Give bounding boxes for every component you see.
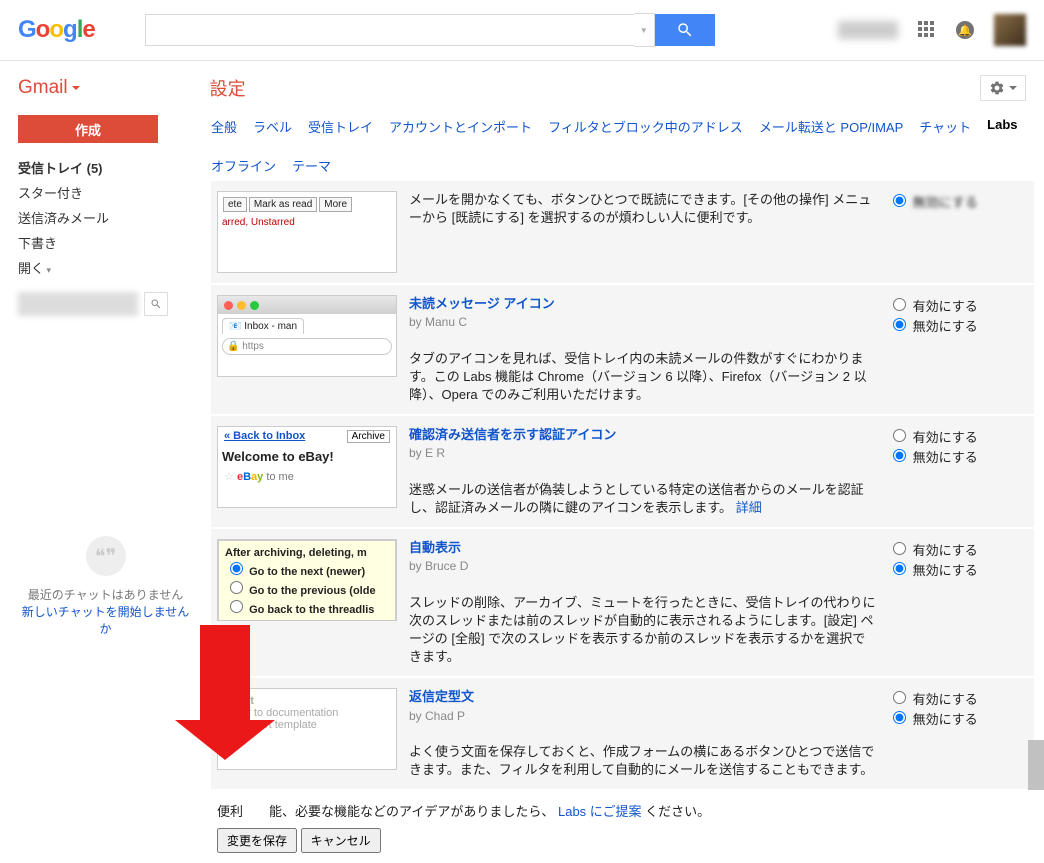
tab-受信トレイ[interactable]: 受信トレイ bbox=[308, 115, 373, 138]
tab-全般[interactable]: 全般 bbox=[211, 115, 237, 138]
lab-row: eteMark as readMorearred, Unstarred メールを… bbox=[211, 181, 1034, 285]
lab-title: 自動表示 bbox=[409, 540, 461, 555]
lab-row: « Back to InboxArchiveWelcome to eBay!☆ … bbox=[211, 416, 1034, 529]
lab-enable-option[interactable]: 有効にする bbox=[888, 295, 1028, 315]
search-input[interactable] bbox=[145, 14, 634, 46]
sidebar-user-row bbox=[18, 292, 193, 316]
lab-thumbnail: eteMark as readMorearred, Unstarred bbox=[217, 191, 397, 273]
lab-description: 未読メッセージ アイコン by Manu C タブのアイコンを見れば、受信トレイ… bbox=[409, 295, 876, 404]
avatar[interactable] bbox=[994, 14, 1026, 46]
sidebar-item[interactable]: 送信済みメール bbox=[18, 205, 193, 230]
lab-enable-option[interactable]: 有効にする bbox=[888, 426, 1028, 446]
tab-ラベル[interactable]: ラベル bbox=[253, 115, 292, 138]
lab-thumbnail: « Back to InboxArchiveWelcome to eBay!☆ … bbox=[217, 426, 397, 508]
lab-thumbnail: After archiving, deleting, m Go to the n… bbox=[217, 539, 397, 621]
lab-disable-option[interactable]: 無効にする bbox=[888, 708, 1028, 728]
lab-text: よく使う文面を保存しておくと、作成フォームの横にあるボタンひとつで送信できます。… bbox=[409, 744, 874, 777]
lab-disable-option[interactable]: 無効にする bbox=[888, 315, 1028, 335]
tab-テーマ[interactable]: テーマ bbox=[292, 154, 331, 177]
tab-チャット[interactable]: チャット bbox=[919, 115, 971, 138]
settings-tabs: 全般ラベル受信トレイアカウントとインポートフィルタとブロック中のアドレスメール転… bbox=[211, 115, 1034, 177]
scrollbar-thumb[interactable] bbox=[1028, 740, 1044, 790]
lab-description: メールを開かなくても、ボタンひとつで既読にできます。[その他の操作] メニューか… bbox=[409, 191, 876, 227]
tab-フィルタとブロック中のアドレス[interactable]: フィルタとブロック中のアドレス bbox=[548, 115, 743, 138]
header-right: 🔔 bbox=[838, 14, 1026, 46]
lab-text: タブのアイコンを見れば、受信トレイ内の未読メールの件数がすぐにわかります。この … bbox=[409, 351, 867, 402]
hangouts-icon: ❝❞ bbox=[86, 536, 126, 576]
footer-text-after: ください。 bbox=[645, 804, 710, 819]
page-title: 設定 bbox=[210, 75, 246, 101]
lab-text: メールを開かなくても、ボタンひとつで既読にできます。[その他の操作] メニューか… bbox=[409, 192, 871, 225]
lab-title: 未読メッセージ アイコン bbox=[409, 296, 555, 311]
lab-description: 確認済み送信者を示す認証アイコン by E R 迷惑メールの送信者が偽装しようと… bbox=[409, 426, 876, 517]
tab-メール転送と POP/IMAP[interactable]: メール転送と POP/IMAP bbox=[759, 115, 903, 138]
search-button[interactable] bbox=[655, 14, 715, 46]
settings-gear-button[interactable] bbox=[980, 75, 1026, 101]
cancel-button[interactable]: キャンセル bbox=[301, 828, 381, 853]
sidebar-search-button[interactable] bbox=[144, 292, 168, 316]
lab-thumbnail: InsertRefer to documentationS ort templa… bbox=[217, 688, 397, 770]
lab-text: スレッドの削除、アーカイブ、ミュートを行ったときに、受信トレイの代わりに次のスレ… bbox=[409, 595, 875, 665]
tab-オフライン[interactable]: オフライン bbox=[211, 154, 276, 177]
hangouts-start-link[interactable]: 新しいチャットを開始しませんか bbox=[22, 605, 190, 636]
google-logo[interactable]: Google bbox=[18, 16, 95, 44]
lab-author: by E R bbox=[409, 446, 445, 460]
lab-author: by Chad P bbox=[409, 709, 465, 723]
search-dropdown[interactable]: ▼ bbox=[634, 13, 655, 47]
lab-description: 自動表示 by Bruce D スレッドの削除、アーカイブ、ミュートを行ったとき… bbox=[409, 539, 876, 666]
lab-author: by Manu C bbox=[409, 315, 467, 329]
apps-icon[interactable] bbox=[918, 21, 936, 39]
footer-text: 便利 能、必要な機能などのアイデアがありましたら、 bbox=[217, 804, 554, 819]
lab-disable-option[interactable]: 無効にする bbox=[888, 191, 1028, 211]
lab-text: 迷惑メールの送信者が偽装しようとしている特定の送信者からのメールを認証し、認証済… bbox=[409, 482, 864, 515]
sidebar-item[interactable]: 下書き bbox=[18, 230, 193, 255]
search-icon bbox=[150, 298, 162, 310]
gmail-product-label[interactable]: Gmail bbox=[18, 77, 80, 99]
sidebar-item[interactable]: 開く bbox=[18, 255, 193, 280]
account-name-blur bbox=[838, 21, 898, 39]
search-bar: ▼ bbox=[145, 13, 715, 47]
lab-options: 無効にする bbox=[888, 191, 1028, 211]
lab-title: 返信定型文 bbox=[409, 689, 474, 704]
tab-アカウントとインポート[interactable]: アカウントとインポート bbox=[389, 115, 532, 138]
lab-enable-option[interactable]: 有効にする bbox=[888, 688, 1028, 708]
sidebar-item[interactable]: スター付き bbox=[18, 180, 193, 205]
lab-options: 有効にする 無効にする bbox=[888, 295, 1028, 335]
lab-options: 有効にする 無効にする bbox=[888, 539, 1028, 579]
subheader: Gmail 設定 bbox=[0, 61, 1044, 115]
save-button[interactable]: 変更を保存 bbox=[217, 828, 297, 853]
lab-detail-link[interactable]: 詳細 bbox=[736, 500, 762, 515]
lab-options: 有効にする 無効にする bbox=[888, 426, 1028, 466]
notifications-icon[interactable]: 🔔 bbox=[956, 21, 974, 39]
lab-row: After archiving, deleting, m Go to the n… bbox=[211, 529, 1034, 678]
sidebar-user-blur bbox=[18, 292, 138, 316]
hangouts-empty-text: 最近のチャットはありません bbox=[18, 586, 193, 603]
main-content: 全般ラベル受信トレイアカウントとインポートフィルタとブロック中のアドレスメール転… bbox=[211, 115, 1044, 863]
sidebar-item[interactable]: 受信トレイ (5) bbox=[18, 155, 193, 180]
labs-footer: 便利 能、必要な機能などのアイデアがありましたら、 Labs にご提案 ください… bbox=[211, 791, 1034, 863]
lab-row: 📧 Inbox - man🔒 https 未読メッセージ アイコン by Man… bbox=[211, 285, 1034, 416]
lab-thumbnail: 📧 Inbox - man🔒 https bbox=[217, 295, 397, 377]
tab-Labs[interactable]: Labs bbox=[987, 115, 1017, 138]
lab-disable-option[interactable]: 無効にする bbox=[888, 446, 1028, 466]
compose-button[interactable]: 作成 bbox=[18, 115, 158, 143]
gear-icon bbox=[989, 80, 1005, 96]
lab-title: 確認済み送信者を示す認証アイコン bbox=[409, 427, 616, 442]
lab-author: by Bruce D bbox=[409, 559, 468, 573]
lab-row: InsertRefer to documentationS ort templa… bbox=[211, 678, 1034, 791]
lab-description: 返信定型文 by Chad P よく使う文面を保存しておくと、作成フォームの横に… bbox=[409, 688, 876, 779]
lab-disable-option[interactable]: 無効にする bbox=[888, 559, 1028, 579]
top-header: Google ▼ 🔔 bbox=[0, 0, 1044, 61]
labs-list: eteMark as readMorearred, Unstarred メールを… bbox=[211, 181, 1034, 791]
search-icon bbox=[676, 21, 694, 39]
sidebar: 作成 受信トレイ (5)スター付き送信済みメール下書き開く ❝❞ 最近のチャット… bbox=[0, 115, 211, 863]
footer-suggest-link[interactable]: Labs にご提案 bbox=[558, 804, 642, 819]
lab-options: 有効にする 無効にする bbox=[888, 688, 1028, 728]
hangouts-panel: ❝❞ 最近のチャットはありません 新しいチャットを開始しませんか bbox=[18, 536, 193, 637]
lab-enable-option[interactable]: 有効にする bbox=[888, 539, 1028, 559]
